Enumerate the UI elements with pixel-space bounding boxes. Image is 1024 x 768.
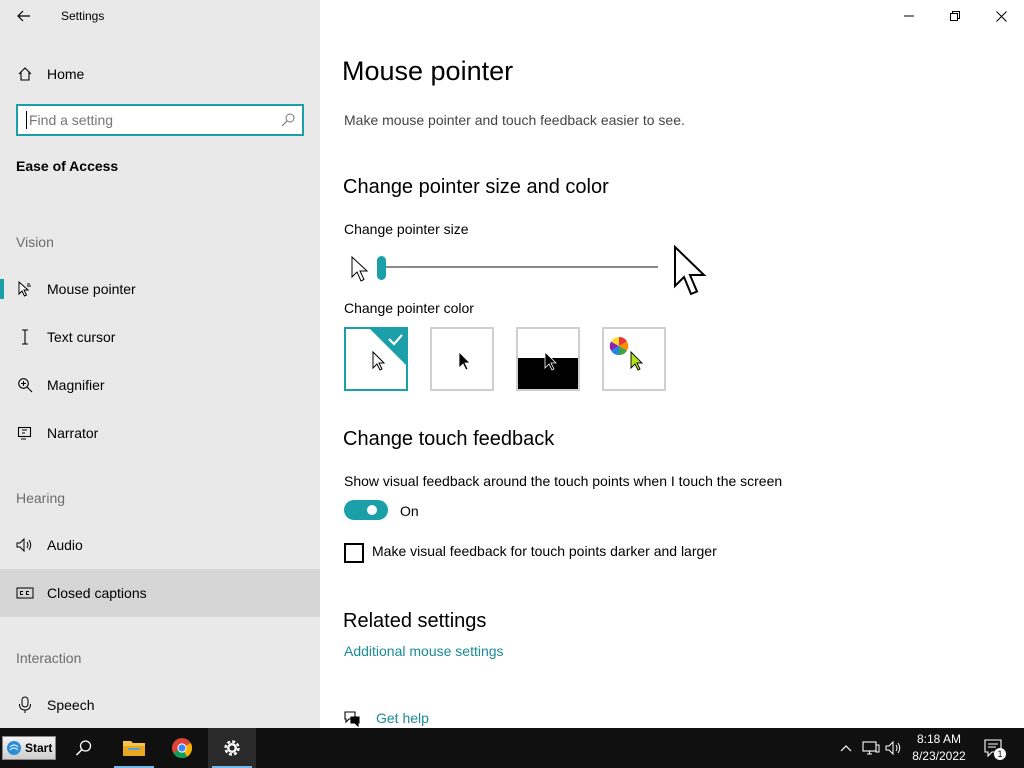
darker-feedback-checkbox[interactable] — [344, 543, 364, 563]
sidebar-item-speech[interactable]: Speech — [0, 681, 320, 729]
back-button[interactable] — [8, 2, 40, 30]
notification-count-badge: 1 — [994, 748, 1006, 760]
close-button[interactable] — [978, 0, 1024, 32]
related-settings-heading: Related settings — [343, 610, 487, 632]
restore-button[interactable] — [932, 0, 978, 32]
group-heading-hearing: Hearing — [16, 490, 66, 506]
narrator-icon — [15, 423, 35, 443]
taskbar-search-button[interactable] — [60, 728, 108, 768]
get-help-link[interactable]: Get help — [376, 710, 429, 726]
taskbar-clock[interactable]: 8:18 AM 8/23/2022 — [908, 731, 970, 765]
sidebar-item-label: Text cursor — [47, 329, 116, 345]
group-heading-vision: Vision — [16, 234, 54, 250]
speaker-icon — [15, 535, 35, 555]
sidebar-item-mouse-pointer[interactable]: Mouse pointer — [0, 265, 320, 313]
minimize-icon — [904, 15, 914, 17]
windows-logo-icon — [7, 741, 21, 755]
taskbar-chrome[interactable] — [158, 728, 206, 768]
back-arrow-icon — [17, 10, 30, 22]
pointer-color-label: Change pointer color — [344, 300, 474, 316]
touch-feedback-toggle[interactable] — [344, 500, 388, 520]
sidebar-item-label: Narrator — [47, 425, 99, 441]
small-pointer-icon — [351, 255, 369, 282]
show-hidden-icons-button[interactable] — [836, 738, 856, 758]
color-wheel-icon — [609, 336, 629, 356]
sidebar-item-magnifier[interactable]: Magnifier — [0, 361, 320, 409]
text-cursor-icon — [15, 327, 35, 347]
sidebar-item-closed-captions[interactable]: Closed captions — [0, 569, 320, 617]
white-pointer-icon — [372, 350, 386, 371]
clock-date: 8/23/2022 — [912, 749, 966, 763]
sidebar-item-text-cursor[interactable]: Text cursor — [0, 313, 320, 361]
pointer-section-heading: Change pointer size and color — [343, 176, 609, 198]
pointer-color-inverted-option[interactable] — [516, 327, 580, 391]
microphone-icon — [15, 695, 35, 715]
large-pointer-icon — [674, 244, 707, 296]
minimize-button[interactable] — [886, 0, 932, 32]
volume-tray-button[interactable] — [884, 738, 904, 758]
group-heading-interaction: Interaction — [16, 650, 82, 666]
network-tray-button[interactable] — [861, 738, 881, 758]
pointer-size-slider-track[interactable] — [380, 266, 658, 268]
touch-feedback-description: Show visual feedback around the touch po… — [344, 473, 783, 489]
search-box[interactable] — [16, 104, 304, 136]
darker-feedback-label: Make visual feedback for touch points da… — [372, 543, 717, 559]
sidebar-item-label: Home — [47, 66, 85, 82]
app-title: Settings — [61, 9, 105, 23]
file-explorer-icon — [123, 741, 145, 756]
toggle-state-label: On — [400, 503, 419, 519]
black-pointer-icon — [458, 351, 471, 371]
sidebar-item-audio[interactable]: Audio — [0, 521, 320, 569]
search-input[interactable] — [26, 111, 276, 129]
taskbar-settings[interactable] — [208, 728, 256, 768]
start-label: Start — [25, 741, 53, 755]
restore-icon — [950, 11, 960, 21]
chevron-up-icon — [840, 745, 852, 752]
sidebar-item-label: Closed captions — [47, 585, 147, 601]
clock-time: 8:18 AM — [916, 732, 962, 746]
sidebar-item-label: Audio — [47, 537, 83, 553]
speaker-icon — [885, 740, 901, 756]
page-title: Mouse pointer — [342, 56, 514, 86]
sidebar: Settings Home Ease of Access Vision Mous… — [0, 0, 320, 728]
mouse-pointer-icon — [15, 279, 35, 299]
sidebar-item-home[interactable]: Home — [0, 56, 320, 92]
close-icon — [995, 10, 1007, 22]
pointer-color-black-option[interactable] — [430, 327, 494, 391]
additional-mouse-settings-link[interactable]: Additional mouse settings — [344, 643, 504, 659]
home-icon — [15, 64, 35, 84]
pointer-size-label: Change pointer size — [344, 221, 469, 237]
sidebar-item-label: Mouse pointer — [47, 281, 136, 297]
sidebar-item-narrator[interactable]: Narrator — [0, 409, 320, 457]
search-icon[interactable] — [280, 112, 296, 128]
toggle-knob — [367, 505, 377, 515]
closed-captions-icon — [15, 583, 35, 603]
section-title: Ease of Access — [16, 158, 119, 174]
sidebar-item-label: Magnifier — [47, 377, 105, 393]
search-icon — [75, 740, 92, 756]
chrome-icon — [172, 738, 193, 759]
pointer-color-white-option[interactable] — [344, 327, 408, 391]
taskbar-file-explorer[interactable] — [110, 728, 158, 768]
start-button[interactable]: Start — [2, 736, 56, 760]
action-center-button[interactable]: 1 — [982, 738, 1006, 760]
pointer-size-slider-thumb[interactable] — [377, 256, 386, 280]
magnifier-icon — [15, 375, 35, 395]
green-pointer-icon — [630, 350, 644, 371]
page-description: Make mouse pointer and touch feedback ea… — [344, 112, 685, 128]
touch-section-heading: Change touch feedback — [343, 428, 555, 450]
settings-icon — [224, 740, 240, 756]
taskbar: Start 8:18 AM 8/23/2022 1 — [0, 728, 1024, 768]
get-help-icon — [344, 711, 360, 727]
pointer-color-custom-option[interactable] — [602, 327, 666, 391]
sidebar-item-label: Speech — [47, 697, 95, 713]
network-icon — [862, 741, 880, 755]
